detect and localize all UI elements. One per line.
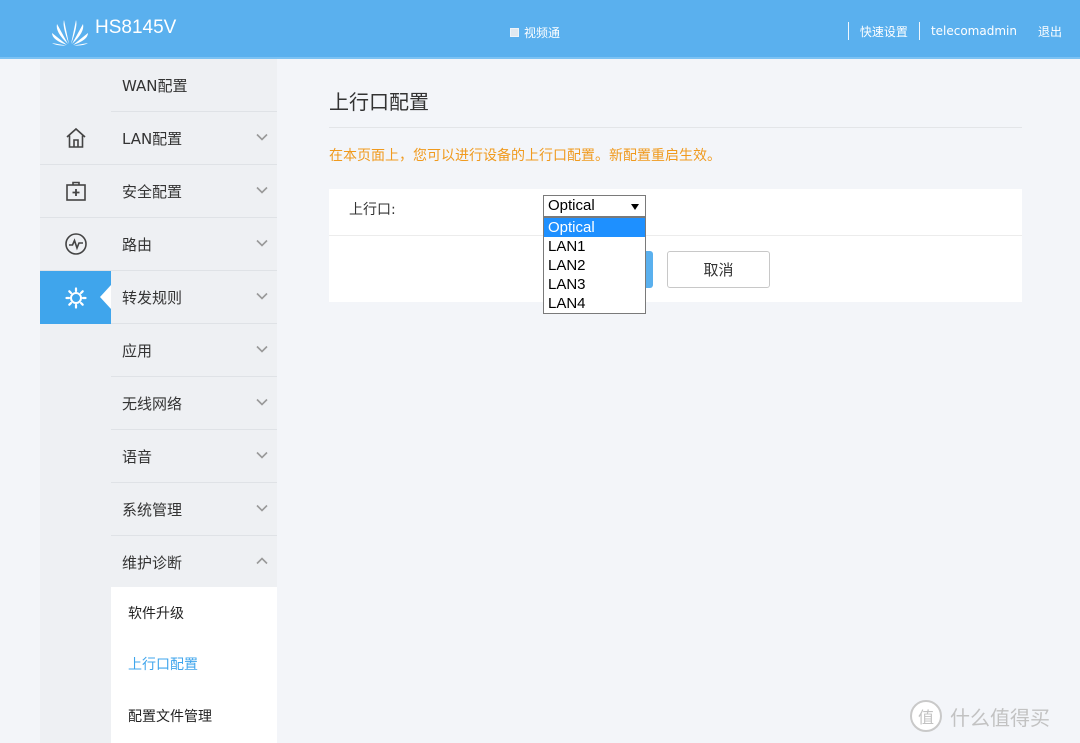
uplink-dropdown-list: Optical LAN1 LAN2 LAN3 LAN4 [543,217,646,314]
menu-item-lan[interactable]: LAN配置 [111,112,277,165]
video-link[interactable]: 视频通 [510,24,560,41]
gear-icon [64,286,87,309]
menu-item-label: 路由 [122,235,153,254]
submenu-item-config-file[interactable]: 配置文件管理 [111,690,277,742]
watermark: 值 什么值得买 [910,700,1050,732]
submenu-item-software-upgrade[interactable]: 软件升级 [111,587,277,639]
chevron-down-icon [256,345,268,353]
menu-item-label: 维护诊断 [122,553,183,572]
first-aid-icon [65,181,86,201]
menu-item-label: LAN配置 [122,129,183,148]
dropdown-option-lan4[interactable]: LAN4 [544,294,645,313]
chevron-down-icon [256,504,268,512]
submenu-item-uplink-config[interactable]: 上行口配置 [111,638,277,690]
video-checkbox-icon [510,28,519,37]
menu-item-label: 转发规则 [122,288,183,307]
rail-status[interactable] [40,218,111,271]
rail-home[interactable] [40,112,111,165]
watermark-badge-icon: 值 [910,700,942,732]
config-panel: 上行口: Optical 取消 Optical LAN1 LAN2 LAN3 L… [329,189,1022,314]
video-link-label: 视频通 [524,26,561,40]
rail-diagnosis[interactable] [40,165,111,218]
dropdown-option-optical[interactable]: Optical [544,218,645,237]
menu-item-label: 语音 [122,447,153,466]
page-title: 上行口配置 [329,90,429,114]
apply-button[interactable] [645,251,653,288]
divider [918,22,920,40]
huawei-logo [52,20,88,46]
menu-item-voice[interactable]: 语音 [111,430,277,483]
username-link[interactable]: telecomadmin [920,24,1028,38]
uplink-select-value: Optical [548,197,595,214]
uplink-label: 上行口: [349,202,396,218]
divider [329,235,1022,236]
menu-item-label: 无线网络 [122,394,183,413]
chevron-down-icon [256,451,268,459]
menu-item-label: 安全配置 [122,182,183,201]
watermark-text: 什么值得买 [950,705,1050,730]
menu-item-wireless[interactable]: 无线网络 [111,377,277,430]
menu-item-application[interactable]: 应用 [111,324,277,377]
chevron-down-icon [256,239,268,247]
menu-item-maintenance[interactable]: 维护诊断 [111,536,277,589]
divider [847,22,849,40]
menu-item-system[interactable]: 系统管理 [111,483,277,536]
chevron-down-icon [256,186,268,194]
chevron-down-icon [256,292,268,300]
dropdown-arrow-icon [631,204,639,210]
active-pointer-icon [100,285,111,309]
divider [329,127,1022,128]
main-content: 上行口配置 在本页面上，您可以进行设备的上行口配置。新配置重启生效。 上行口: … [277,59,1080,743]
quick-setup-link[interactable]: 快速设置 [849,23,919,40]
dropdown-option-lan1[interactable]: LAN1 [544,237,645,256]
dropdown-option-lan2[interactable]: LAN2 [544,256,645,275]
menu-item-wan[interactable]: WAN配置 [111,59,277,112]
device-model: HS8145V [95,17,177,38]
menu-item-security[interactable]: 安全配置 [111,165,277,218]
chevron-down-icon [256,133,268,141]
icon-rail [40,59,111,743]
dropdown-option-lan3[interactable]: LAN3 [544,275,645,294]
logout-link[interactable]: 退出 [1028,23,1080,40]
menu-item-label: 系统管理 [122,500,183,519]
cancel-button[interactable]: 取消 [667,251,770,288]
menu-item-label: WAN配置 [122,76,188,95]
top-header: HS8145V 视频通 快速设置 telecomadmin 退出 [0,0,1080,59]
menu-item-label: 应用 [122,341,153,360]
uplink-select[interactable]: Optical [543,195,646,217]
chevron-up-icon [256,557,268,565]
top-right-nav: 快速设置 telecomadmin 退出 [847,20,1080,42]
home-icon [65,127,86,148]
submenu-maintenance: 软件升级 上行口配置 配置文件管理 [111,587,277,743]
chevron-down-icon [256,398,268,406]
menu-item-route[interactable]: 路由 [111,218,277,271]
pulse-icon [64,233,87,255]
menu-item-forwarding[interactable]: 转发规则 [111,271,277,324]
page-notice: 在本页面上，您可以进行设备的上行口配置。新配置重启生效。 [329,148,721,164]
